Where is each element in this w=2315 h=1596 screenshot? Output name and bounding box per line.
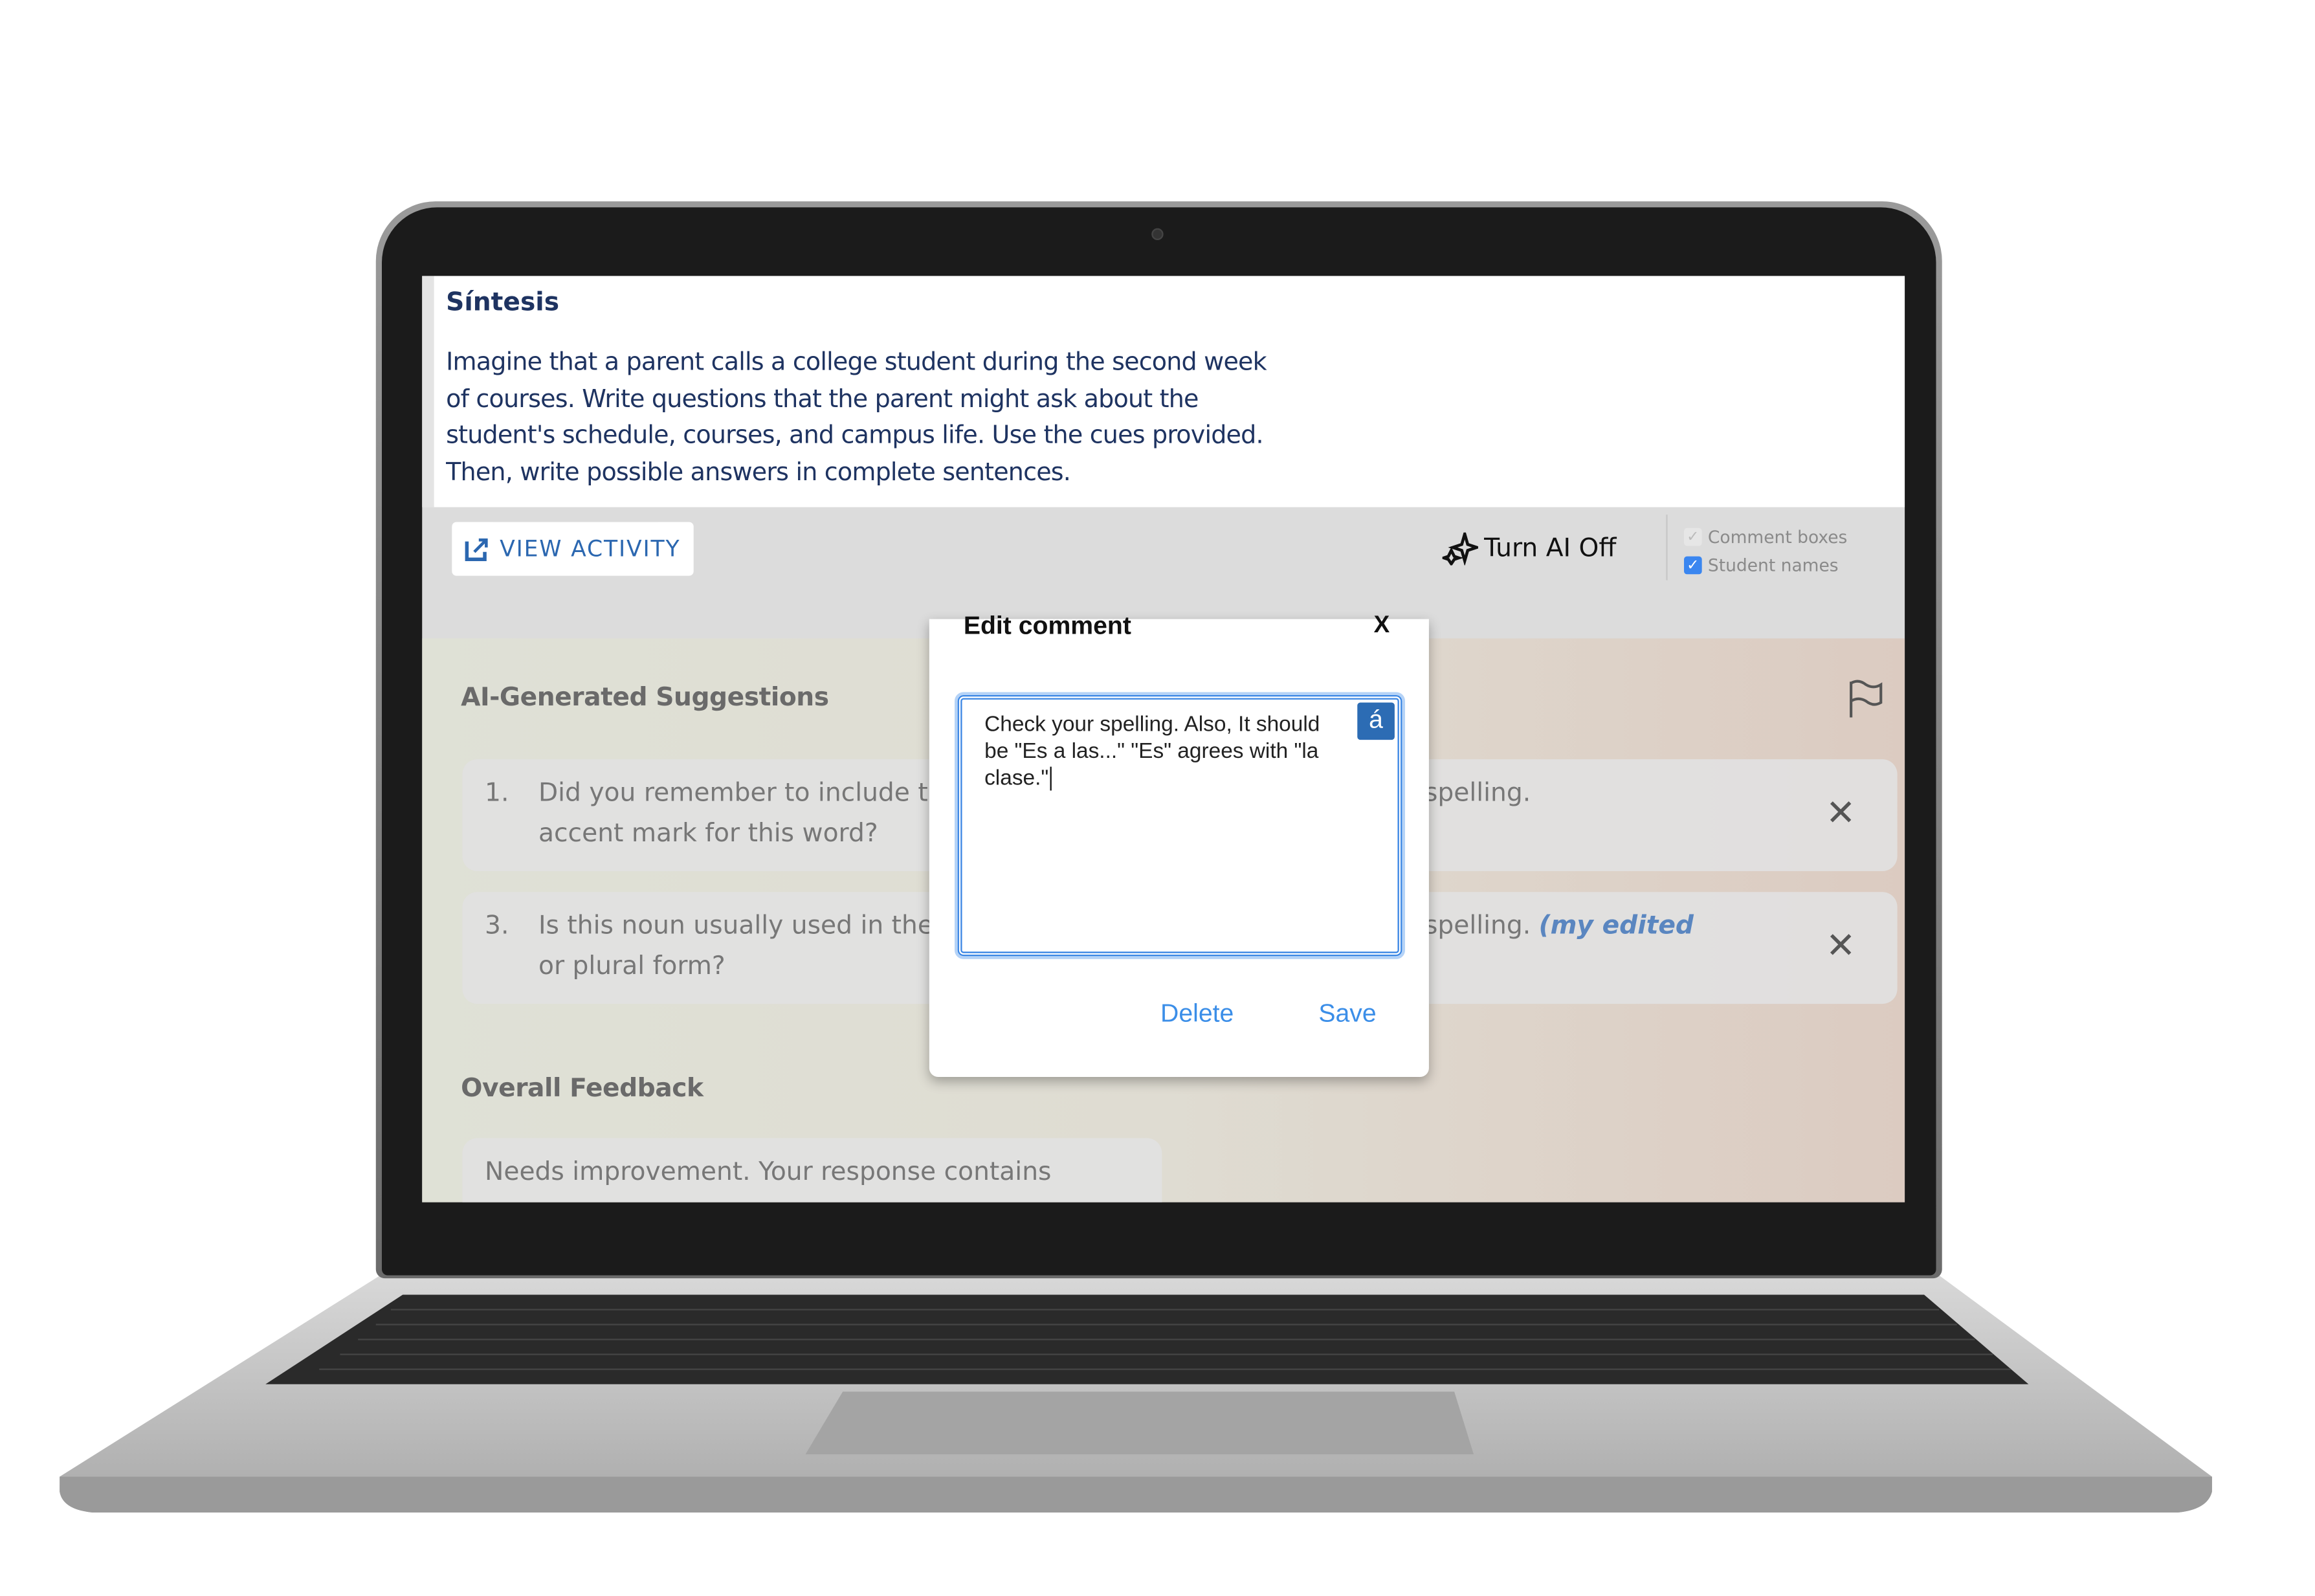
toolbar-divider (1666, 515, 1668, 581)
webcam-icon (1151, 228, 1164, 241)
external-link-icon (465, 538, 488, 562)
close-icon[interactable]: ✕ (1826, 792, 1855, 834)
save-button[interactable]: Save (1318, 999, 1376, 1029)
view-activity-label: VIEW ACTIVITY (500, 535, 681, 562)
checkbox-checked-icon: ✓ (1684, 556, 1702, 575)
suggestion-text: Did you remember to include th accent ma… (538, 774, 944, 854)
overall-feedback-box[interactable]: Needs improvement. Your response contain… (462, 1138, 1162, 1203)
close-icon[interactable]: ✕ (1826, 925, 1855, 967)
suggestions-heading: AI-Generated Suggestions (461, 683, 829, 713)
accent-character-button[interactable]: á (1357, 702, 1395, 740)
sparkles-icon (1442, 532, 1478, 566)
turn-ai-off-button[interactable]: Turn AI Off (1442, 532, 1617, 566)
text-cursor (1050, 766, 1052, 791)
suggestion-number: 1. (485, 779, 509, 809)
turn-ai-off-label: Turn AI Off (1484, 534, 1617, 564)
comment-boxes-checkbox[interactable]: ✓ Comment boxes (1684, 527, 1847, 548)
prompt-line: of courses. Write questions that the par… (446, 384, 1199, 413)
activity-prompt: Síntesis Imagine that a parent calls a c… (422, 276, 1905, 507)
comment-boxes-label: Comment boxes (1707, 526, 1848, 548)
suggestion-line: accent mark for this word? (538, 819, 878, 849)
dialog-close-button[interactable]: X (1374, 613, 1390, 639)
suggestion-number: 3. (485, 911, 509, 942)
suggestion-line: or plural form? (538, 951, 726, 982)
flag-icon[interactable] (1846, 679, 1885, 721)
view-activity-button[interactable]: VIEW ACTIVITY (452, 522, 694, 576)
comment-text: spelling. (1424, 911, 1531, 942)
prompt-line: Then, write possible answers in complete… (446, 457, 1071, 486)
overall-feedback-heading: Overall Feedback (461, 1074, 703, 1104)
activity-title: Síntesis (446, 287, 560, 318)
edit-comment-dialog: Edit comment X Check your spelling. Also… (929, 612, 1429, 1077)
prompt-line: Imagine that a parent calls a college st… (446, 347, 1267, 376)
checkbox-disabled-icon: ✓ (1684, 527, 1702, 546)
edited-note: (my edited (1538, 911, 1694, 942)
dialog-title: Edit comment (963, 611, 1131, 640)
suggestion-line: Did you remember to include th (538, 779, 944, 809)
student-names-checkbox[interactable]: ✓ Student names (1684, 555, 1839, 576)
comment-text: Check your spelling. Also, It should be … (984, 713, 1320, 791)
activity-instructions: Imagine that a parent calls a college st… (446, 344, 1341, 491)
suggestion-text: Is this noun usually used in the or plur… (538, 907, 933, 987)
overall-feedback-text: Needs improvement. Your response contain… (485, 1157, 1052, 1188)
suggestion-comment[interactable]: spelling. (my edited (1424, 907, 1694, 947)
suggestion-comment[interactable]: spelling. (1424, 774, 1531, 814)
student-names-label: Student names (1707, 555, 1839, 576)
comment-textarea[interactable]: Check your spelling. Also, It should be … (955, 692, 1406, 959)
suggestion-line: Is this noun usually used in the (538, 911, 933, 942)
prompt-line: student's schedule, courses, and campus … (446, 420, 1263, 449)
delete-button[interactable]: Delete (1160, 999, 1234, 1029)
